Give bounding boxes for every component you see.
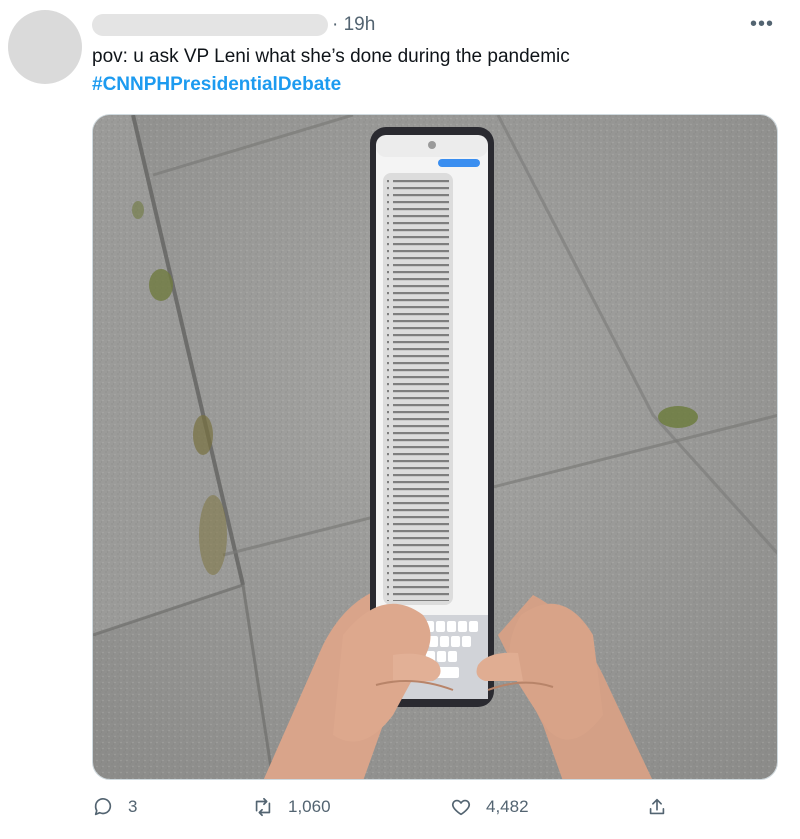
like-button[interactable]: 4,482 <box>450 796 529 818</box>
retweet-button[interactable]: 1,060 <box>252 796 331 818</box>
photo-illustration <box>93 115 777 779</box>
retweet-count: 1,060 <box>288 797 331 816</box>
share-button[interactable] <box>646 796 668 818</box>
reply-button[interactable]: 3 <box>92 796 137 818</box>
heart-icon <box>451 799 471 816</box>
retweet-icon <box>255 797 271 817</box>
tweet-media-image[interactable] <box>92 114 778 780</box>
timestamp[interactable]: · 19h <box>332 14 375 36</box>
tweet-actions: 3 1,060 4,482 <box>92 796 778 826</box>
share-icon <box>649 798 665 815</box>
tweet-text: pov: u ask VP Leni what she’s done durin… <box>92 46 570 67</box>
reply-count: 3 <box>128 797 138 816</box>
like-count: 4,482 <box>486 797 529 816</box>
blurred-username[interactable] <box>92 14 328 36</box>
hashtag-link[interactable]: #CNNPHPresidentialDebate <box>92 72 341 98</box>
timestamp-value[interactable]: 19h <box>344 14 376 35</box>
reply-icon <box>94 797 112 816</box>
more-options-icon[interactable]: ••• <box>750 10 774 38</box>
avatar[interactable] <box>8 10 82 84</box>
